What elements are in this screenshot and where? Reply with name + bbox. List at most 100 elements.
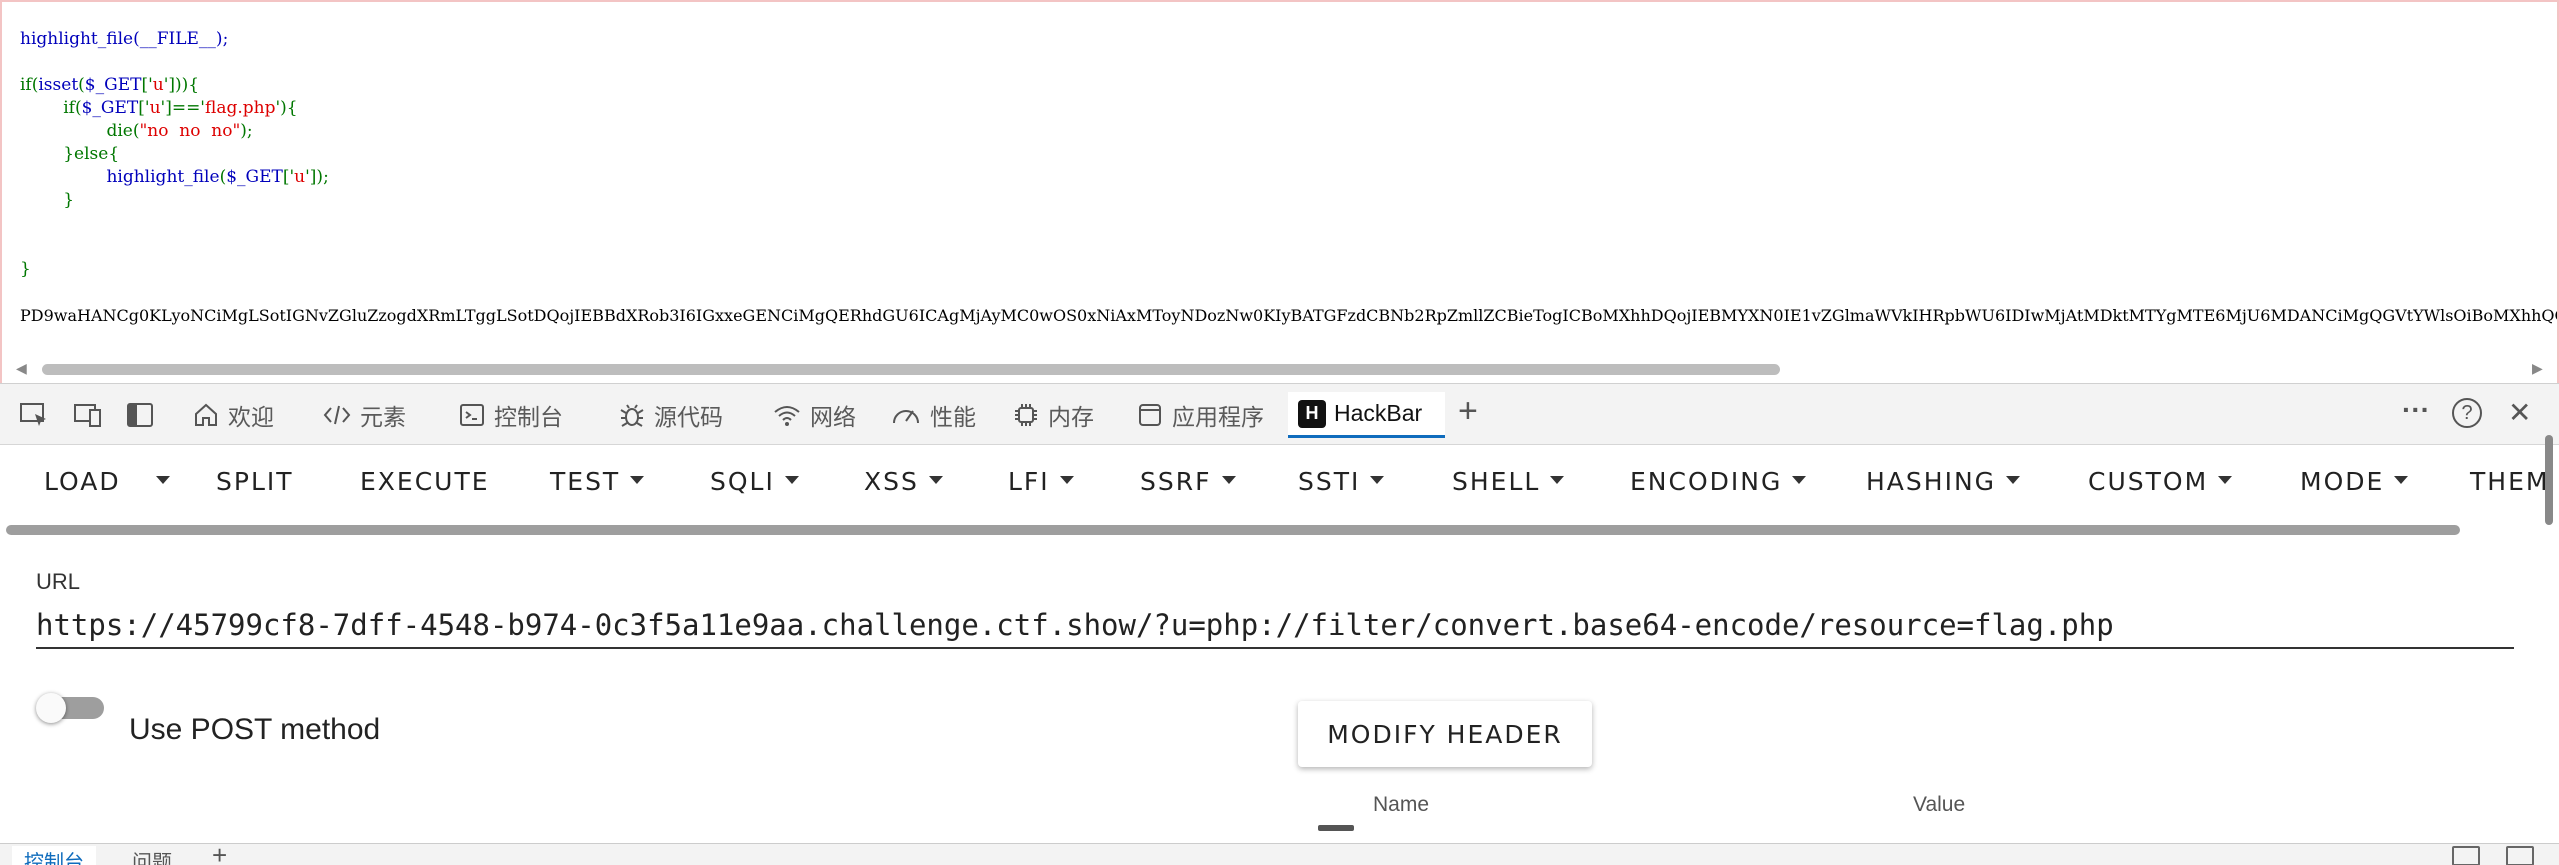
inspect-icon[interactable] (18, 400, 50, 430)
drawer-tab-console[interactable]: 控制台 (12, 846, 96, 865)
ssti-menu[interactable]: SSTI (1298, 467, 1385, 496)
code-line: highlight_file($_GET['u']); (20, 166, 329, 189)
encoding-label: ENCODING (1630, 467, 1783, 496)
base64-output: PD9waHANCg0KLyoNCiMgLSotIGNvZGluZzogdXRm… (20, 306, 2559, 325)
shell-menu[interactable]: SHELL (1452, 467, 1565, 496)
drawer-add-icon[interactable]: + (212, 844, 227, 865)
header-name-column: Name (1373, 793, 1430, 816)
devtools-vertical-scrollbar[interactable] (2545, 435, 2553, 525)
tab-label: 性能 (930, 404, 976, 430)
ssti-label: SSTI (1298, 467, 1361, 496)
test-menu[interactable]: TEST (550, 467, 645, 496)
devtools-tab-bar: 欢迎 元素 控制台 源代码 网络 性能 内存 应用程序 H HackBar + … (0, 383, 2559, 445)
tab-label: 内存 (1048, 404, 1094, 430)
code-token: highlight_file (106, 167, 220, 187)
help-icon[interactable]: ? (2452, 398, 2482, 428)
tab-console[interactable]: 控制台 (448, 392, 573, 438)
add-tab-icon[interactable]: + (1458, 392, 1478, 431)
code-line: die("no no no"); (20, 120, 329, 143)
test-label: TEST (550, 467, 621, 496)
shell-label: SHELL (1452, 467, 1541, 496)
drawer-tab-issues[interactable]: 问题 (132, 846, 172, 865)
mode-label: MODE (2300, 467, 2385, 496)
toggle-knob (36, 693, 66, 723)
xss-menu[interactable]: XSS (864, 467, 943, 496)
split-label: SPLIT (216, 467, 294, 496)
code-token: [' (138, 98, 150, 118)
scroll-left-icon[interactable]: ◀ (16, 360, 27, 377)
code-token: ); (240, 121, 253, 141)
tab-application[interactable]: 应用程序 (1126, 392, 1274, 438)
tab-network[interactable]: 网络 (762, 392, 866, 438)
chip-icon (1015, 404, 1037, 426)
tab-label: HackBar (1334, 400, 1423, 426)
code-token: "no no no" (139, 121, 241, 141)
encoding-menu[interactable]: ENCODING (1630, 467, 1807, 496)
load-button[interactable]: LOAD (44, 467, 121, 496)
header-value-column: Value (1913, 793, 1966, 816)
tab-memory[interactable]: 内存 (1002, 392, 1104, 438)
tab-performance[interactable]: 性能 (880, 392, 986, 438)
console-icon (460, 404, 484, 426)
chevron-down-icon (156, 476, 170, 484)
code-token: u (294, 167, 306, 187)
more-options-icon[interactable]: ··· (2402, 394, 2430, 426)
scrollbar-thumb[interactable] (42, 364, 1780, 375)
execute-button[interactable]: EXECUTE (360, 467, 490, 496)
hackbar-toolbar: LOAD SPLIT EXECUTE TEST SQLI XSS LFI SSR… (0, 445, 2559, 513)
url-input[interactable]: https://45799cf8-7dff-4548-b974-0c3f5a11… (36, 605, 2514, 649)
chevron-down-icon (2218, 476, 2233, 484)
php-source-code: highlight_file(__FILE__); if(isset($_GET[… (20, 28, 329, 281)
custom-label: CUSTOM (2088, 467, 2209, 496)
chevron-down-icon (1550, 476, 1565, 484)
ssrf-menu[interactable]: SSRF (1140, 467, 1236, 496)
theme-label: THEM (2470, 467, 2550, 496)
header-row-checkbox[interactable] (1318, 825, 1354, 831)
page-horizontal-scrollbar[interactable]: ◀ ▶ (2, 358, 2557, 380)
collapse-drawer-icon[interactable] (2506, 846, 2534, 865)
code-token: $_GET (84, 75, 142, 95)
custom-menu[interactable]: CUSTOM (2088, 467, 2233, 496)
theme-menu[interactable]: THEM (2470, 467, 2549, 496)
code-token: die( (20, 121, 140, 141)
dock-sidebar-icon[interactable] (124, 400, 156, 430)
code-token: isset (38, 75, 79, 95)
lfi-menu[interactable]: LFI (1008, 467, 1074, 496)
code-token: ']==' (160, 98, 205, 118)
chevron-down-icon (928, 476, 943, 484)
code-line: } (20, 258, 329, 281)
code-token: [' (141, 75, 153, 95)
code-token: ']); (305, 167, 329, 187)
chevron-down-icon (2394, 476, 2409, 484)
tab-sources[interactable]: 源代码 (608, 392, 733, 438)
bug-icon (620, 404, 644, 427)
toolbar-horizontal-scrollbar[interactable] (6, 525, 2460, 535)
close-devtools-icon[interactable]: ✕ (2508, 396, 2531, 429)
app-icon (1139, 404, 1161, 426)
chevron-down-icon (784, 476, 799, 484)
load-dropdown-button[interactable] (146, 467, 170, 496)
ssrf-label: SSRF (1140, 467, 1212, 496)
code-token: flag.php (204, 98, 276, 118)
chevron-down-icon (630, 476, 645, 484)
tab-label: 欢迎 (228, 404, 274, 430)
mode-menu[interactable]: MODE (2300, 467, 2409, 496)
post-method-toggle[interactable] (36, 693, 108, 723)
code-token: $_GET (81, 98, 139, 118)
hashing-menu[interactable]: HASHING (1866, 467, 2021, 496)
split-button[interactable]: SPLIT (216, 467, 294, 496)
device-emulation-icon[interactable] (72, 400, 104, 430)
modify-header-button[interactable]: MODIFY HEADER (1298, 701, 1592, 767)
tab-elements[interactable]: 元素 (312, 392, 416, 438)
sqli-menu[interactable]: SQLI (710, 467, 799, 496)
scroll-right-icon[interactable]: ▶ (2532, 360, 2543, 377)
tab-hackbar[interactable]: H HackBar (1288, 392, 1445, 438)
dock-drawer-icon[interactable] (2452, 846, 2480, 865)
url-label: URL (36, 569, 81, 594)
page-content: highlight_file(__FILE__); if(isset($_GET[… (0, 0, 2559, 383)
tab-label: 控制台 (494, 404, 563, 430)
load-label: LOAD (44, 467, 121, 496)
tab-welcome[interactable]: 欢迎 (182, 392, 284, 438)
code-icon (323, 405, 351, 425)
